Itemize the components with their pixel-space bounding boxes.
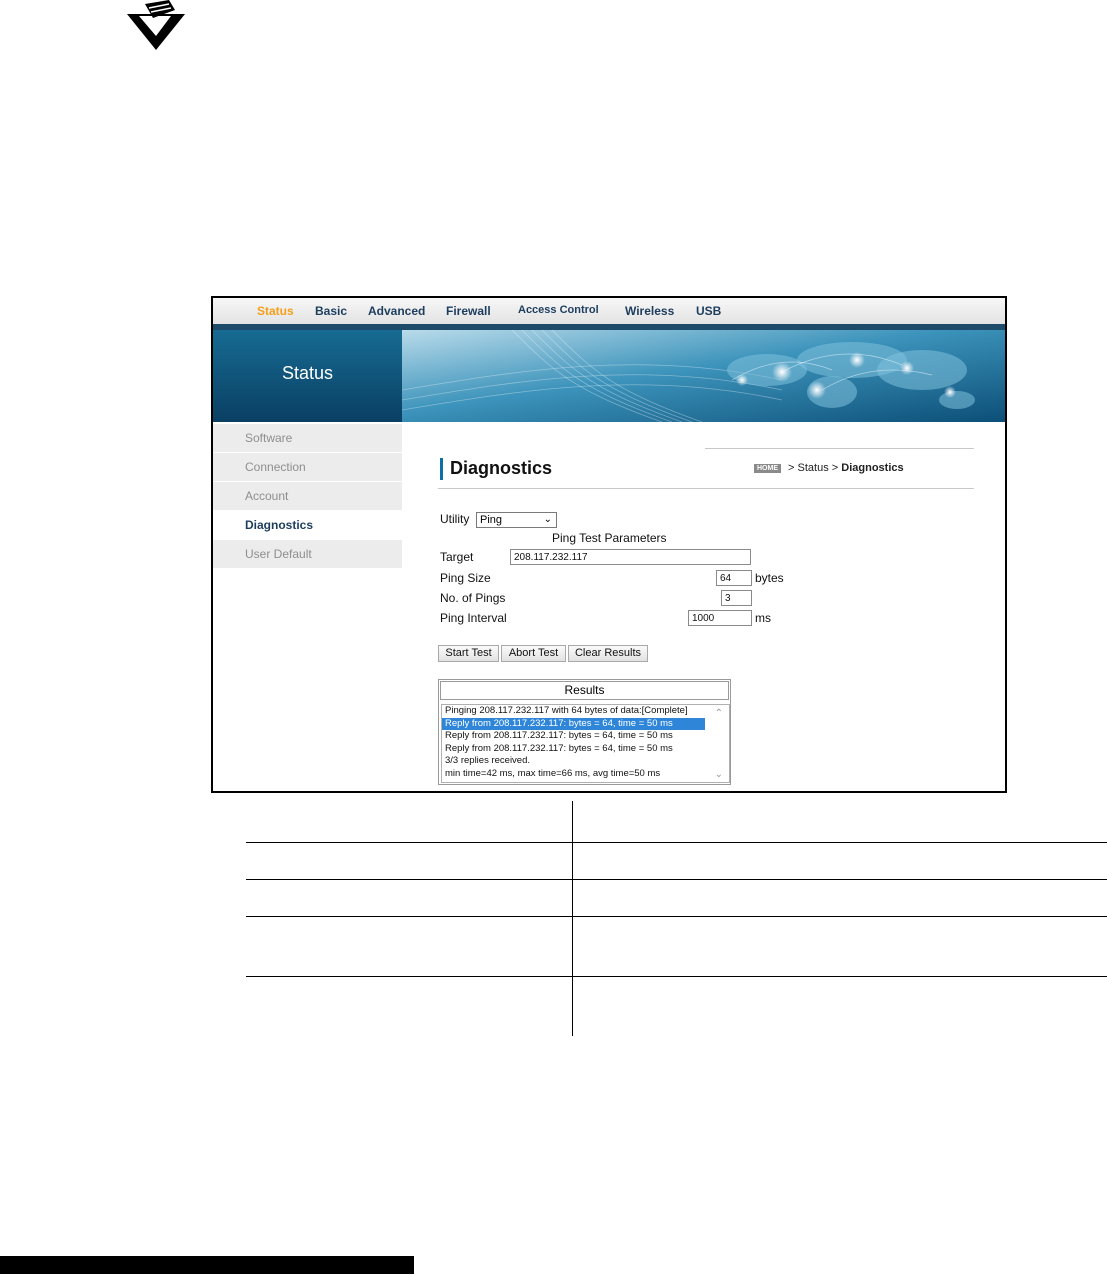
ping-params-title: Ping Test Parameters bbox=[552, 531, 667, 545]
sidebar: Software Connection Account Diagnostics … bbox=[213, 424, 402, 569]
nav-access-control[interactable]: Access Control bbox=[518, 304, 599, 316]
utility-select[interactable]: Ping ⌄ bbox=[476, 512, 557, 528]
results-panel: Results Pinging 208.117.232.117 with 64 … bbox=[438, 679, 731, 785]
table-rule bbox=[246, 976, 1107, 977]
breadcrumb: HOME > Status > Diagnostics bbox=[754, 462, 904, 474]
results-list[interactable]: Pinging 208.117.232.117 with 64 bytes of… bbox=[441, 704, 730, 783]
results-line[interactable]: Pinging 208.117.232.117 with 64 bytes of… bbox=[442, 705, 705, 718]
results-line[interactable]: min time=42 ms, max time=66 ms, avg time… bbox=[442, 768, 705, 781]
breadcrumb-path: > Status > bbox=[785, 462, 842, 474]
scroll-up-icon[interactable]: ⌃ bbox=[715, 708, 723, 719]
results-line-selected[interactable]: Reply from 208.117.232.117: bytes = 64, … bbox=[442, 717, 705, 730]
chevron-down-icon: ⌄ bbox=[543, 514, 552, 525]
footer-bar bbox=[0, 1256, 414, 1274]
breadcrumb-current: Diagnostics bbox=[841, 462, 904, 474]
nav-status[interactable]: Status bbox=[257, 304, 294, 318]
nav-usb[interactable]: USB bbox=[696, 304, 721, 318]
interval-input[interactable]: 1000 bbox=[688, 610, 752, 626]
target-label: Target bbox=[440, 550, 474, 564]
utility-select-value: Ping bbox=[480, 514, 503, 526]
sidebar-item-diagnostics[interactable]: Diagnostics bbox=[213, 511, 402, 540]
results-header: Results bbox=[440, 681, 729, 700]
home-link[interactable]: HOME bbox=[754, 464, 781, 473]
clear-results-button[interactable]: Clear Results bbox=[568, 645, 648, 662]
section-header: Status bbox=[213, 330, 402, 422]
sidebar-item-connection[interactable]: Connection bbox=[213, 453, 402, 482]
ping-size-input[interactable]: 64 bbox=[716, 570, 752, 586]
divider bbox=[705, 448, 974, 449]
nav-basic[interactable]: Basic bbox=[315, 304, 347, 318]
results-line[interactable]: 3/3 replies received. bbox=[442, 755, 705, 768]
target-input[interactable]: 208.117.232.117 bbox=[510, 549, 751, 565]
table-rule bbox=[246, 842, 1107, 843]
num-pings-input[interactable]: 3 bbox=[721, 590, 752, 606]
top-navigation: Status Basic Advanced Firewall Access Co… bbox=[213, 298, 1005, 325]
utility-label: Utility bbox=[440, 512, 470, 526]
title-accent-bar bbox=[440, 458, 443, 480]
start-test-button[interactable]: Start Test bbox=[438, 645, 499, 662]
nav-firewall[interactable]: Firewall bbox=[446, 304, 491, 318]
nav-wireless[interactable]: Wireless bbox=[625, 304, 674, 318]
router-ui-screenshot: Status Basic Advanced Firewall Access Co… bbox=[211, 296, 1007, 793]
ping-size-label: Ping Size bbox=[440, 571, 491, 585]
num-pings-label: No. of Pings bbox=[440, 591, 506, 605]
ping-size-unit: bytes bbox=[755, 571, 784, 585]
logo-checkmark-hand-icon bbox=[127, 0, 185, 50]
divider bbox=[438, 488, 974, 489]
results-line[interactable]: Reply from 208.117.232.117: bytes = 64, … bbox=[442, 730, 705, 743]
table-rule bbox=[246, 879, 1107, 880]
world-map-banner bbox=[402, 330, 1005, 422]
results-line[interactable]: Reply from 208.117.232.117: bytes = 64, … bbox=[442, 743, 705, 756]
table-rule bbox=[246, 916, 1107, 917]
sidebar-item-account[interactable]: Account bbox=[213, 482, 402, 511]
section-header-title: Status bbox=[281, 363, 334, 383]
table-column-divider bbox=[572, 801, 573, 1036]
interval-label: Ping Interval bbox=[440, 611, 507, 625]
interval-unit: ms bbox=[755, 611, 771, 625]
scroll-down-icon[interactable]: ⌄ bbox=[715, 769, 723, 780]
sidebar-item-software[interactable]: Software bbox=[213, 424, 402, 453]
abort-test-button[interactable]: Abort Test bbox=[501, 645, 566, 662]
sidebar-item-user-default[interactable]: User Default bbox=[213, 540, 402, 569]
page-title: Diagnostics bbox=[450, 458, 553, 478]
nav-advanced[interactable]: Advanced bbox=[368, 304, 425, 318]
